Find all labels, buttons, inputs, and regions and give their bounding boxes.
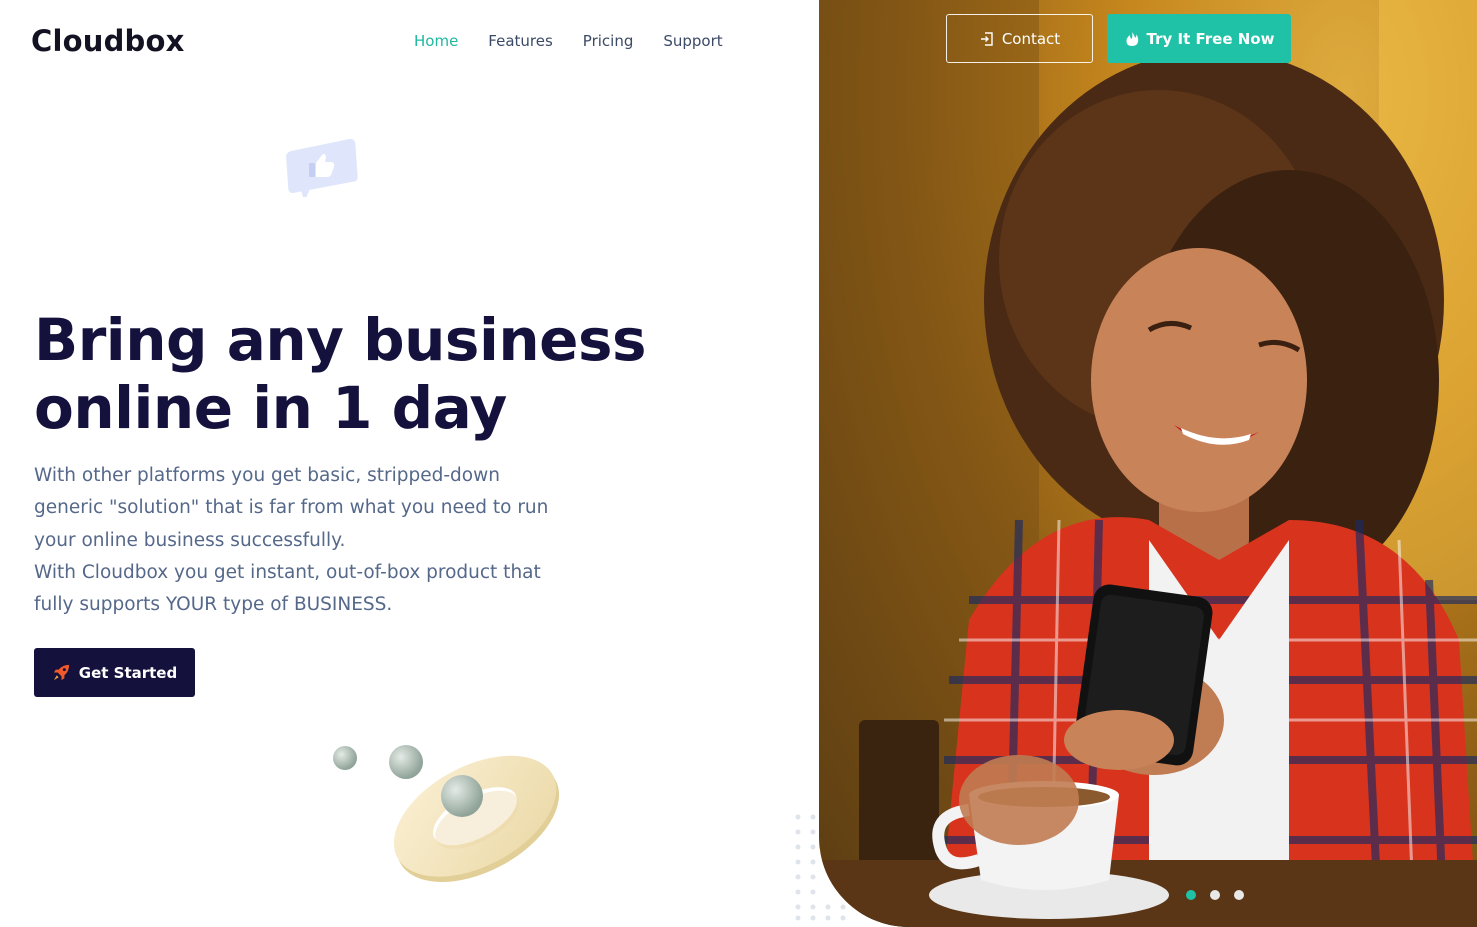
contact-label: Contact — [1001, 29, 1061, 48]
hero-title-line-1: Bring any business — [34, 306, 647, 374]
nav-item-home[interactable]: Home — [414, 32, 458, 50]
hero-title-line-2: online in 1 day — [34, 374, 507, 442]
try-free-label: Try It Free Now — [1146, 29, 1275, 48]
nav-item-features[interactable]: Features — [488, 32, 553, 50]
brand-logo[interactable]: Cloudbox — [31, 24, 185, 58]
carousel-dot-3[interactable] — [1234, 890, 1244, 900]
carousel-dot-1[interactable] — [1186, 890, 1196, 900]
main-nav: Home Features Pricing Support — [414, 32, 723, 50]
nav-item-pricing[interactable]: Pricing — [583, 32, 634, 50]
hero-text-line: your online business successfully. — [34, 529, 346, 551]
carousel-dot-2[interactable] — [1210, 890, 1220, 900]
like-bubble-icon — [286, 139, 358, 197]
nav-item-support[interactable]: Support — [663, 32, 722, 50]
carousel-indicators — [1186, 890, 1244, 900]
hero-title: Bring any business online in 1 day — [34, 306, 754, 442]
hero-text-line: With other platforms you get basic, stri… — [34, 465, 500, 486]
try-free-button[interactable]: Try It Free Now — [1107, 14, 1291, 63]
rocket-icon — [53, 664, 69, 681]
sign-in-icon — [980, 31, 993, 46]
fire-icon — [1125, 31, 1138, 46]
contact-button[interactable]: Contact — [946, 14, 1093, 63]
get-started-button[interactable]: Get Started — [34, 648, 195, 697]
hero-text-line: generic "solution" that is far from what… — [34, 497, 549, 519]
hero-text-line: fully supports YOUR type of BUSINESS. — [34, 594, 393, 616]
get-started-label: Get Started — [78, 663, 178, 682]
hero-text-line: With Cloudbox you get instant, out-of-bo… — [34, 561, 541, 583]
decorative-shapes — [333, 745, 560, 882]
woman-with-phone-illustration — [819, 0, 1477, 927]
hero-photo — [819, 0, 1477, 927]
hero-description: With other platforms you get basic, stri… — [34, 460, 594, 621]
